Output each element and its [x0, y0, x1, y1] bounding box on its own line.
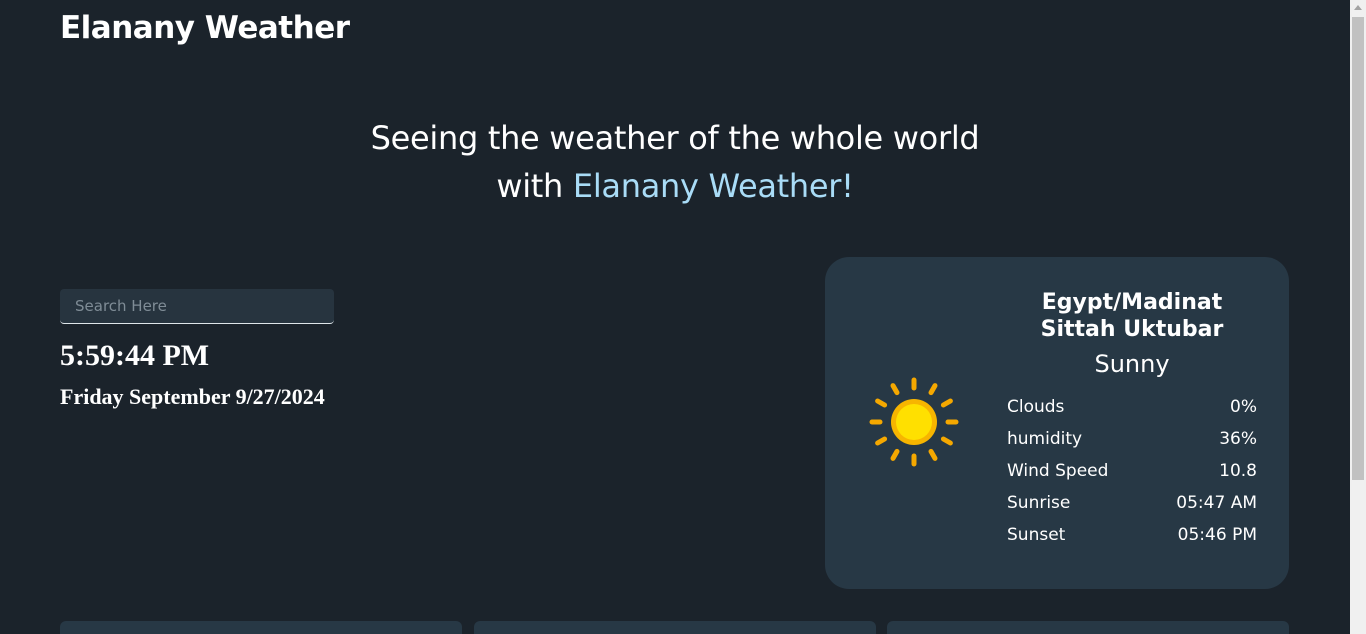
- stat-value: 36%: [1219, 429, 1257, 449]
- stat-value: 10.8: [1219, 461, 1257, 481]
- stat-label: Wind Speed: [1007, 461, 1109, 481]
- stat-value: 05:46 PM: [1177, 525, 1257, 545]
- stat-row-sunset: Sunset 05:46 PM: [1007, 519, 1257, 551]
- hero-heading: Seeing the weather of the whole world wi…: [0, 114, 1350, 210]
- current-time: 5:59:44 PM: [60, 339, 210, 372]
- weather-card: Egypt/Madinat Sittah Uktubar Sunny Cloud…: [825, 257, 1289, 589]
- stat-label: humidity: [1007, 429, 1083, 449]
- scrollbar-thumb[interactable]: [1352, 17, 1364, 480]
- weather-stats: Clouds 0% humidity 36% Wind Speed 10.8 S…: [1007, 391, 1257, 551]
- stat-label: Clouds: [1007, 397, 1065, 417]
- stat-row-clouds: Clouds 0%: [1007, 391, 1257, 423]
- location-line-2: Sittah Uktubar: [1040, 317, 1224, 342]
- stat-label: Sunrise: [1007, 493, 1071, 513]
- scroll-up-arrow-icon[interactable]: [1354, 5, 1362, 10]
- weather-condition: Sunny: [1094, 350, 1170, 378]
- brand-logo[interactable]: Elanany Weather: [60, 10, 350, 46]
- forecast-card-3: [887, 621, 1289, 634]
- hero-line-2-prefix: with: [496, 167, 573, 205]
- stat-row-sunrise: Sunrise 05:47 AM: [1007, 487, 1257, 519]
- stat-row-wind-speed: Wind Speed 10.8: [1007, 455, 1257, 487]
- current-date: Friday September 9/27/2024: [60, 384, 325, 409]
- stat-label: Sunset: [1007, 525, 1066, 545]
- stat-value: 05:47 AM: [1176, 493, 1257, 513]
- hero-line-2: with Elanany Weather!: [0, 162, 1350, 210]
- sun-icon: [869, 377, 959, 467]
- page-scrollbar[interactable]: [1350, 0, 1366, 634]
- location-name: Egypt/Madinat Sittah Uktubar: [1007, 289, 1257, 343]
- stat-row-humidity: humidity 36%: [1007, 423, 1257, 455]
- hero-line-1: Seeing the weather of the whole world: [370, 119, 980, 157]
- stat-value: 0%: [1230, 397, 1257, 417]
- forecast-card-1: [60, 621, 462, 634]
- forecast-card-2: [474, 621, 876, 634]
- search-input[interactable]: [60, 289, 334, 324]
- location-line-1: Egypt/Madinat: [1041, 290, 1223, 315]
- hero-brand-accent: Elanany Weather!: [572, 167, 854, 205]
